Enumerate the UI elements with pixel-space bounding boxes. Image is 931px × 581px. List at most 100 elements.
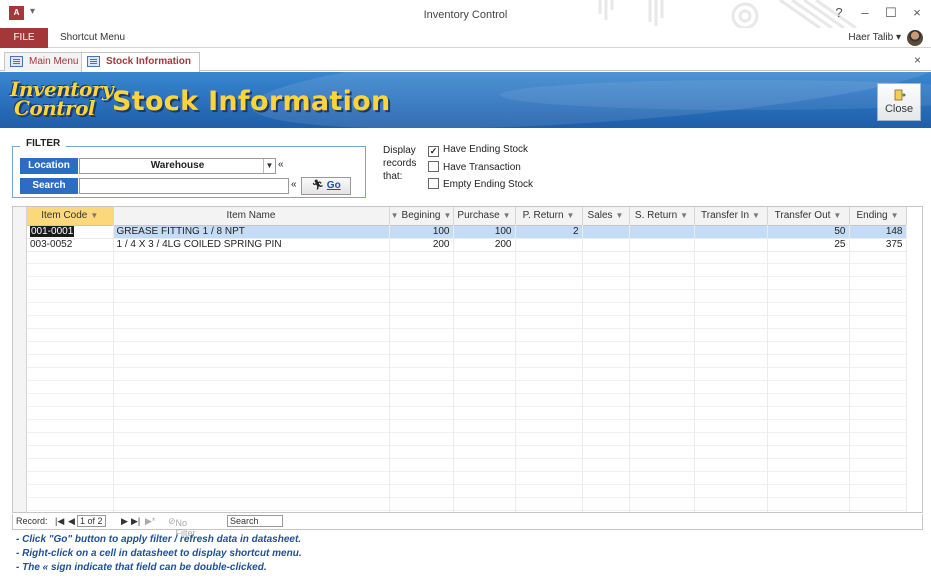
first-record-icon[interactable]: |◀ [55,516,64,527]
next-record-icon[interactable]: ▶ [121,516,128,527]
filter-area: Location Warehouse ▼ « Search « 🏃︎ Go FI… [0,128,931,206]
header-banner: Inventory Control Stock Information Clos… [0,72,931,128]
cell-begining[interactable]: 100 [389,225,454,239]
cell-purchase[interactable]: 100 [453,225,516,239]
grid-divider [113,225,114,512]
cell-transfer-in[interactable] [694,238,768,252]
help-notes: - Click "Go" button to apply filter / re… [16,533,302,575]
form-icon [87,56,100,67]
column-header-s-return[interactable]: S. Return ▼ [629,207,695,226]
exit-door-icon [894,89,906,101]
datasheet-search-input[interactable]: Search [227,515,283,527]
table-row[interactable]: 003-0052 1 / 4 X 3 / 4LG COILED SPRING P… [27,238,907,252]
table-row[interactable]: 001-0001 GREASE FITTING 1 / 8 NPT 100 10… [27,225,907,239]
cell-sales[interactable] [582,225,630,239]
grid-divider [515,225,516,512]
filter-group: Location Warehouse ▼ « Search « 🏃︎ Go [12,146,366,198]
record-navigation-bar: Record: |◀ ◀ 1 of 2 ▶ ▶| ▶* ⊘ No Filter … [12,514,923,538]
avatar[interactable] [907,30,923,46]
column-header-sales[interactable]: Sales ▼ [582,207,630,226]
tab-label: Stock Information [106,56,192,67]
cell-item-code[interactable]: 003-0052 [27,238,114,252]
chevron-down-icon[interactable]: ▼ [263,159,275,173]
filter-title: FILTER [20,138,67,149]
close-label: Close [884,103,914,115]
title-bar: A ▾ Inventory Control ? – ☐ × [0,0,931,28]
inventory-control-logo: Inventory Control [10,77,114,120]
cell-transfer-out[interactable]: 25 [767,238,850,252]
checkbox[interactable] [428,178,439,189]
ribbon-tab-row: FILE Shortcut Menu Haer Talib ▾ [0,28,931,48]
cell-ending[interactable]: 148 [849,225,907,239]
datasheet-table: Item Code ▼ Item Name ▼ Begining ▼ Purchase… [27,207,907,252]
close-window-icon[interactable]: × [911,5,923,21]
cell-item-name[interactable]: 1 / 4 X 3 / 4LG COILED SPRING PIN [113,238,390,252]
document-tabs: Main Menu Stock Information × [0,49,931,72]
datasheet: Item Code ▼ Item Name ▼ Begining ▼ Purchase… [12,206,923,513]
user-name: Haer Talib [848,32,894,43]
help-icon[interactable]: ? [833,5,845,21]
grid-divider [629,225,630,512]
cell-p-return[interactable]: 2 [515,225,583,239]
close-document-icon[interactable]: × [914,53,921,67]
have-transaction-option[interactable]: Have Transaction [428,161,521,173]
grid-divider [582,225,583,512]
no-filter-button[interactable]: ⊘ No Filter [168,516,196,538]
column-header-purchase[interactable]: Purchase ▼ [453,207,516,226]
new-record-icon[interactable]: ▶* [145,516,155,527]
tab-stock-information[interactable]: Stock Information [81,52,201,72]
cell-s-return[interactable] [629,225,695,239]
form-icon [10,56,23,67]
grid-divider [849,225,850,512]
column-header-transfer-out[interactable]: Transfer Out ▼ [767,207,850,226]
cell-sales[interactable] [582,238,630,252]
tab-label: Main Menu [29,56,79,67]
cell-transfer-out[interactable]: 50 [767,225,850,239]
cell-item-name[interactable]: GREASE FITTING 1 / 8 NPT [113,225,390,239]
location-combo[interactable]: Warehouse ▼ [79,158,276,174]
minimize-icon[interactable]: – [859,5,871,21]
tab-main-menu[interactable]: Main Menu [4,52,88,71]
empty-ending-stock-option[interactable]: Empty Ending Stock [428,178,533,190]
window-controls: ? – ☐ × [833,5,923,21]
column-header-item-name[interactable]: Item Name [113,207,390,226]
checkbox-checked[interactable]: ✓ [428,146,439,157]
cell-s-return[interactable] [629,238,695,252]
search-label: Search [20,178,78,194]
last-record-icon[interactable]: ▶| [131,516,140,527]
previous-record-icon[interactable]: ◀ [68,516,75,527]
column-header-transfer-in[interactable]: Transfer In ▼ [694,207,768,226]
column-header-begining[interactable]: ▼ Begining ▼ [389,207,454,226]
record-selector-column[interactable] [13,207,27,512]
close-form-button[interactable]: Close [877,83,921,121]
record-position-input[interactable]: 1 of 2 [77,515,106,527]
grid-divider [389,225,390,512]
grid-divider [453,225,454,512]
page-title: Stock Information [112,86,391,117]
location-label: Location [20,158,78,174]
column-header-p-return[interactable]: P. Return ▼ [515,207,583,226]
go-icon: 🏃︎ [311,180,325,191]
cell-transfer-in[interactable] [694,225,768,239]
double-click-marker: « [291,179,297,190]
search-input[interactable] [79,178,289,194]
cell-p-return[interactable] [515,238,583,252]
file-tab[interactable]: FILE [0,28,48,48]
shortcut-menu-tab[interactable]: Shortcut Menu [60,28,125,48]
cell-purchase[interactable]: 200 [453,238,516,252]
grid-divider [694,225,695,512]
cell-item-code[interactable]: 001-0001 [27,225,114,239]
cell-ending[interactable]: 375 [849,238,907,252]
record-label: Record: [16,516,48,526]
grid-divider [906,225,907,512]
user-account[interactable]: Haer Talib ▾ [848,32,901,43]
note-line: - The « sign indicate that field can be … [16,562,267,573]
have-ending-stock-option[interactable]: ✓ Have Ending Stock [428,144,528,157]
go-button[interactable]: 🏃︎ Go [301,177,351,195]
maximize-icon[interactable]: ☐ [885,5,897,21]
checkbox[interactable] [428,161,439,172]
double-click-marker: « [278,159,284,170]
column-header-ending[interactable]: Ending ▼ [849,207,907,226]
column-header-item-code[interactable]: Item Code ▼ [27,207,114,226]
cell-begining[interactable]: 200 [389,238,454,252]
